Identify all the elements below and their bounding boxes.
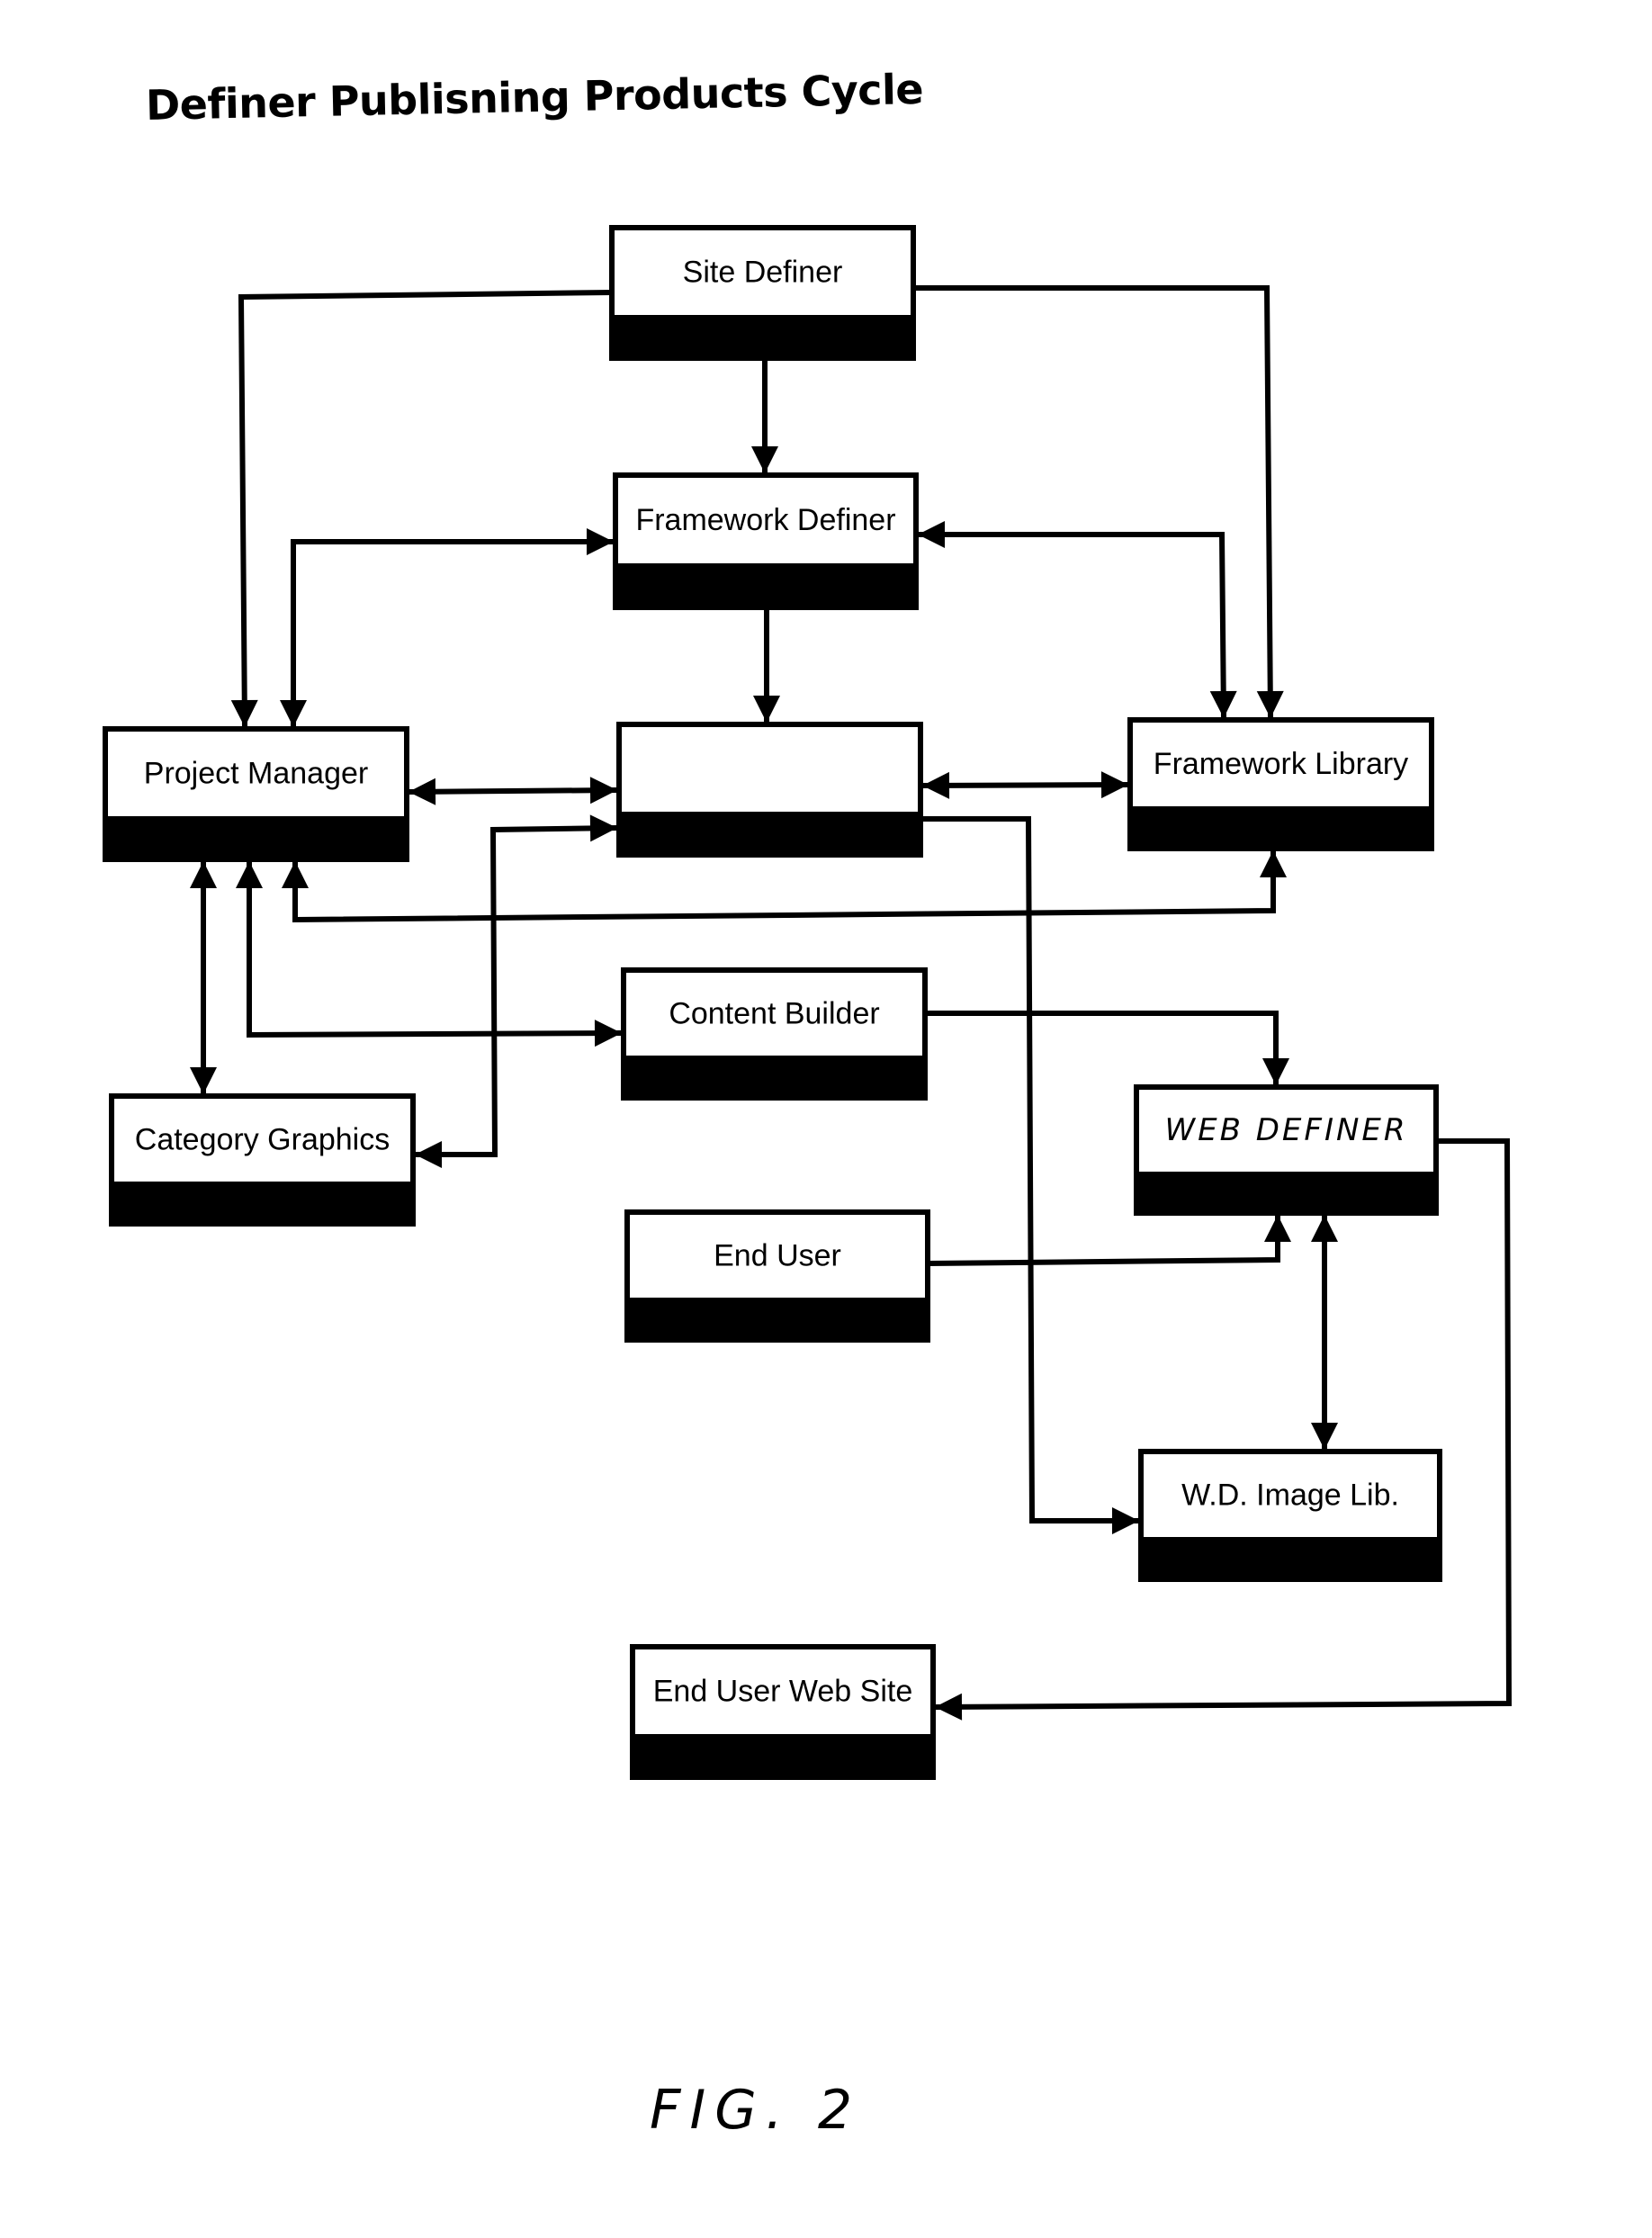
edge-content-builder-to-web-definer [925, 1011, 1279, 1085]
arrowhead-icon [1311, 1215, 1338, 1242]
figure-label: FIG. 2 [650, 2079, 862, 2142]
node-shadow-bar [1130, 806, 1432, 849]
node-wd-image-lib: W.D. Image Lib. [1138, 1449, 1442, 1582]
node-shadow-bar [615, 563, 916, 607]
node-label: Content Builder [669, 997, 879, 1031]
node-label: Site Definer [683, 256, 843, 290]
node-end-user: End User [624, 1209, 930, 1343]
node-shadow-bar [624, 1056, 925, 1098]
node-shadow-bar [612, 315, 913, 358]
arrowhead-icon [1260, 850, 1287, 877]
arrowhead-icon [230, 699, 258, 727]
arrowhead-icon [589, 814, 617, 842]
arrowhead-icon [409, 777, 436, 805]
edge-center-to-wd-image-lib [920, 816, 1139, 1523]
arrowhead-icon [280, 700, 307, 727]
node-label: Framework Definer [635, 503, 895, 537]
node-framework-library: Framework Library [1127, 717, 1434, 851]
node-category-graphics: Category Graphics [109, 1093, 416, 1227]
node-shadow-bar [633, 1734, 933, 1777]
node-label: Framework Library [1154, 747, 1408, 781]
node-site-definer: Site Definer [609, 225, 916, 361]
node-label: End User Web Site [653, 1675, 913, 1709]
arrowhead-icon [415, 1141, 442, 1168]
edge-fl-pm [292, 850, 1276, 923]
arrowhead-icon [753, 696, 780, 723]
node-label: Project Manager [144, 757, 368, 791]
edge-web-definer-to-end-user-web-site [934, 1138, 1513, 1710]
node-shadow-bar [627, 1298, 928, 1340]
node-shadow-bar [112, 1182, 413, 1224]
edge-pm-framework-definer [291, 539, 614, 727]
arrowhead-icon [751, 446, 778, 473]
node-content-builder: Content Builder [621, 967, 928, 1101]
arrowhead-icon [594, 1020, 622, 1047]
arrowhead-icon [190, 1067, 217, 1094]
edge-fl-framework-definer [918, 532, 1226, 719]
node-label: Category Graphics [135, 1123, 390, 1157]
node-shadow-bar [1141, 1537, 1440, 1579]
arrowhead-icon [282, 861, 309, 888]
edge-center-fl [921, 782, 1129, 788]
arrowhead-icon [236, 861, 263, 888]
edge-category-graphics-center [415, 825, 618, 1157]
arrowhead-icon [1112, 1507, 1139, 1534]
node-unlabeled-center [616, 722, 923, 858]
node-label: W.D. Image Lib. [1181, 1479, 1399, 1513]
node-framework-definer: Framework Definer [613, 472, 919, 610]
node-shadow-bar [1136, 1172, 1436, 1213]
flow-diagram: Site Definer Framework Definer Project Man… [103, 225, 1513, 1780]
edge-site-to-framework-library [913, 285, 1273, 719]
node-end-user-web-site: End User Web Site [630, 1644, 936, 1780]
edge-site-to-project-manager [238, 290, 613, 728]
arrowhead-icon [1264, 1215, 1291, 1242]
arrowhead-icon [1262, 1058, 1289, 1085]
node-label: WEB DEFINER [1164, 1112, 1407, 1148]
arrowhead-icon [1100, 771, 1128, 799]
node-shadow-bar [619, 812, 920, 855]
node-web-definer: WEB DEFINER [1134, 1084, 1439, 1216]
edge-end-user-to-web-definer [928, 1215, 1280, 1266]
node-project-manager: Project Manager [103, 726, 409, 862]
arrowhead-icon [922, 771, 950, 799]
arrowhead-icon [1256, 690, 1284, 718]
arrowhead-icon [1311, 1423, 1338, 1450]
arrowhead-icon [589, 777, 617, 804]
arrowhead-icon [587, 528, 614, 555]
arrowhead-icon [1209, 690, 1237, 718]
arrowhead-icon [935, 1693, 963, 1721]
edge-pm-center [408, 787, 618, 795]
node-label: End User [714, 1239, 841, 1273]
arrowhead-icon [918, 521, 945, 548]
node-shadow-bar [105, 816, 407, 859]
arrowhead-icon [190, 861, 217, 888]
